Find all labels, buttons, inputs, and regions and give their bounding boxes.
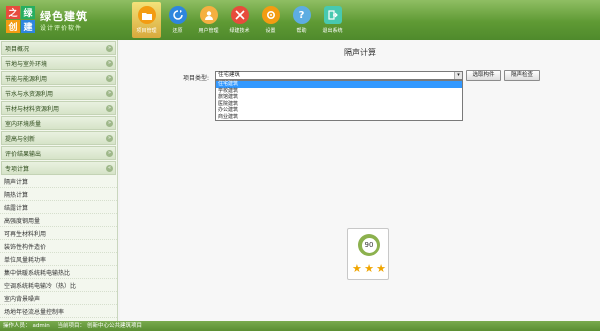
logo-cell: 之 (6, 6, 20, 19)
sidebar-item-condensation[interactable]: 结露计算 (0, 201, 117, 214)
sidebar-section-label: 室内环境质量 (5, 120, 42, 128)
toolbar-exit-button[interactable]: 退出系统 (318, 0, 347, 40)
gear-icon (261, 6, 280, 24)
project-name: 创新中心公共建筑项目 (87, 323, 143, 329)
toolbar-label: 用户管理 (198, 28, 219, 34)
restore-icon (168, 6, 187, 24)
folder-icon (137, 6, 156, 24)
toolbar-label: 设置 (265, 28, 276, 34)
sidebar-item-heating-ratio[interactable]: 集中供暖系统耗电输热比 (0, 266, 117, 279)
sound-check-button[interactable]: 隔声检查 (504, 70, 540, 81)
toolbar-label: 退出系统 (322, 28, 343, 34)
sidebar-section-label: 节水与水资源利用 (5, 90, 54, 98)
logo-cell: 创 (6, 20, 20, 33)
page-title: 隔声计算 (344, 48, 376, 57)
sidebar: 项目概况 » 节地与室外环境 » 节能与能源利用 » 节水与水资源利用 » 节材与材料资… (0, 40, 118, 321)
sidebar-item-fan-power[interactable]: 单位风量耗功率 (0, 253, 117, 266)
toolbar-restore-button[interactable]: 还原 (163, 0, 192, 40)
operator-label: 操作人员： (3, 323, 31, 329)
toolbar-user-button[interactable]: 用户管理 (194, 0, 223, 40)
rating-stars: ★ ★ ★ (352, 262, 386, 275)
sidebar-section-special[interactable]: 专项计算 « (1, 161, 116, 175)
sidebar-item-renewable-material[interactable]: 可再生材料利用 (0, 227, 117, 240)
project-label: 当前项目： (57, 323, 86, 329)
project-type-label: 项目类型: (183, 75, 210, 82)
chevron-icon: » (106, 75, 113, 82)
sidebar-item-heat-insulation[interactable]: 隔热计算 (0, 188, 117, 201)
sidebar-section-innovation[interactable]: 提高与创新 » (1, 131, 116, 145)
sidebar-section-project-overview[interactable]: 项目概况 » (1, 41, 116, 55)
app-logo: 之 绿 创 建 (6, 6, 36, 34)
dropdown-option[interactable]: 商业建筑 (216, 114, 462, 121)
sidebar-item-high-strength-steel[interactable]: 高强度钢用量 (0, 214, 117, 227)
toolbar-label: 还原 (172, 28, 183, 34)
toolbar-label: 项目管理 (136, 28, 157, 34)
sidebar-item-decorative-cost[interactable]: 装饰性构件造价 (0, 240, 117, 253)
app-title: 绿色建筑 (40, 10, 88, 23)
star-icon: ★ (364, 262, 374, 275)
sidebar-section-output[interactable]: 评价结果输出 » (1, 146, 116, 160)
project-type-select[interactable]: 住宅建筑 ▾ (215, 71, 463, 80)
main-panel: 隔声计算 项目类型: 住宅建筑 ▾ 选取构件 隔声检查 住宅建筑 学校建筑 旅馆… (120, 40, 600, 321)
star-icon: ★ (376, 262, 386, 275)
operator-name: admin (32, 323, 50, 329)
score-ring: 90 (358, 234, 380, 256)
sidebar-item-runoff-control[interactable]: 场地年径流总量控制率 (0, 305, 117, 318)
sidebar-section-material[interactable]: 节材与材料资源利用 » (1, 101, 116, 115)
sidebar-section-water[interactable]: 节水与水资源利用 » (1, 86, 116, 100)
toolbar-project-button[interactable]: 项目管理 (132, 2, 161, 38)
help-icon: ? (292, 6, 311, 24)
chevron-icon: » (106, 120, 113, 127)
main-toolbar: 项目管理 还原 用户管理 绿建技术 设置 ? 帮助 退出系统 (132, 0, 349, 40)
user-icon (199, 6, 218, 24)
chevron-icon: » (106, 90, 113, 97)
sidebar-section-label: 评价结果输出 (5, 150, 42, 158)
sidebar-item-sound-insulation[interactable]: 隔声计算 (0, 175, 117, 188)
app-header: 之 绿 创 建 绿色建筑 设计评价软件 项目管理 还原 用户管理 绿建技术 设置… (0, 0, 600, 40)
chevron-icon: » (106, 45, 113, 52)
status-bar: 操作人员： admin 当前项目： 创新中心公共建筑项目 (0, 321, 600, 331)
sidebar-section-land[interactable]: 节地与室外环境 » (1, 56, 116, 70)
project-type-dropdown: 住宅建筑 学校建筑 旅馆建筑 医院建筑 办公建筑 商业建筑 (215, 80, 463, 121)
chevron-icon: » (106, 135, 113, 142)
sidebar-section-label: 提高与创新 (5, 135, 36, 143)
toolbar-help-button[interactable]: ? 帮助 (287, 0, 316, 40)
sidebar-section-label: 专项计算 (5, 165, 30, 173)
chevron-icon: » (106, 60, 113, 67)
score-value: 90 (361, 237, 377, 253)
chevron-icon: « (106, 165, 113, 172)
score-card: 90 ★ ★ ★ (347, 228, 389, 280)
toolbar-label: 绿建技术 (229, 28, 250, 34)
sidebar-item-background-noise[interactable]: 室内背景噪声 (0, 292, 117, 305)
select-value: 住宅建筑 (218, 72, 241, 78)
sidebar-section-energy[interactable]: 节能与能源利用 » (1, 71, 116, 85)
sidebar-section-indoor[interactable]: 室内环境质量 » (1, 116, 116, 130)
logo-cell: 建 (21, 20, 35, 33)
exit-icon (323, 6, 342, 24)
chevron-down-icon[interactable]: ▾ (454, 72, 462, 79)
toolbar-label: 帮助 (296, 28, 307, 34)
sidebar-section-label: 项目概况 (5, 45, 30, 53)
app-subtitle: 设计评价软件 (40, 25, 83, 32)
chevron-icon: » (106, 105, 113, 112)
sidebar-item-ac-ratio[interactable]: 空调系统耗电输冷（热）比 (0, 279, 117, 292)
sidebar-section-label: 节地与室外环境 (5, 60, 48, 68)
logo-cell: 绿 (21, 6, 35, 19)
select-component-button[interactable]: 选取构件 (466, 70, 501, 81)
toolbar-settings-button[interactable]: 设置 (256, 0, 285, 40)
sidebar-section-label: 节材与材料资源利用 (5, 105, 60, 113)
chevron-icon: » (106, 150, 113, 157)
sidebar-section-label: 节能与能源利用 (5, 75, 48, 83)
tech-icon (230, 6, 249, 24)
star-icon: ★ (352, 262, 362, 275)
toolbar-tech-button[interactable]: 绿建技术 (225, 0, 254, 40)
